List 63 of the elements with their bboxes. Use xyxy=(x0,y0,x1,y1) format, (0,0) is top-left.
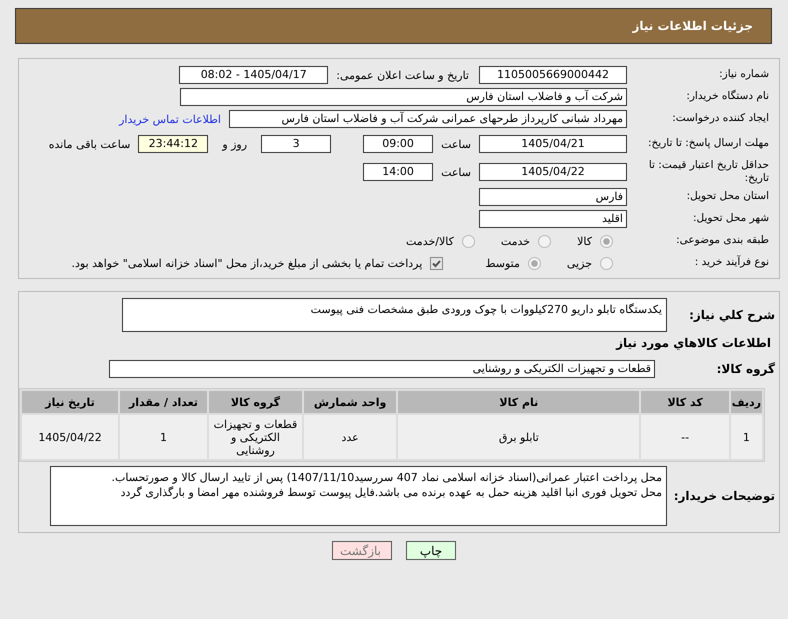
table-cell: 1 xyxy=(120,415,207,459)
checkbox[interactable] xyxy=(430,256,444,270)
table-cell: -- xyxy=(641,415,729,459)
radio-label: کالا/خدمت xyxy=(406,234,454,248)
need-number-field[interactable]: 1105005669000442 xyxy=(479,66,627,84)
field-label: طبقه بندی موضوعی: xyxy=(675,234,770,248)
field-label: شماره نیاز: xyxy=(718,68,770,82)
column-header: کد کالا xyxy=(641,391,729,413)
days-field[interactable]: 3 xyxy=(261,135,332,153)
field-label: گروه کالا: xyxy=(716,362,776,376)
field-label: ساعت باقی مانده xyxy=(48,138,130,150)
table-cell: 1 xyxy=(730,415,762,459)
time-field[interactable]: 09:00 xyxy=(363,135,434,153)
field-label: شهر محل تحویل: xyxy=(692,212,770,226)
field-label: ساعت xyxy=(441,166,471,178)
announce-date-field[interactable]: 1405/04/17 - 08:02 xyxy=(179,66,328,84)
remaining-time-field: 23:44:12 xyxy=(138,135,208,153)
field-label: ساعت xyxy=(441,138,471,150)
section-title: اطلاعات کالاهاي مورد نياز xyxy=(614,335,772,350)
table-cell: عدد xyxy=(304,415,396,459)
contact-link[interactable]: اطلاعات تماس خریدار xyxy=(119,112,221,126)
radio-label: کالا xyxy=(577,234,592,248)
field-label: تاریخ و ساعت اعلان عمومی: xyxy=(336,68,469,82)
column-header: تعداد / مقدار xyxy=(120,391,207,413)
radio-button[interactable] xyxy=(462,234,475,248)
description-field[interactable]: یکدستگاه تابلو داریو 270کیلووات با چوک ورودی طبق مشخصات فنی پیوست xyxy=(122,298,667,332)
field-label: استان محل تحویل: xyxy=(686,190,770,204)
radio-button[interactable] xyxy=(538,234,552,248)
column-header: نام کالا xyxy=(398,391,640,413)
column-header: تاریخ نیاز xyxy=(22,391,118,413)
date-field[interactable]: 1405/04/22 xyxy=(479,163,627,181)
radio-button[interactable] xyxy=(600,234,613,248)
radio-label: خدمت xyxy=(500,234,530,248)
back-button[interactable]: بازگشت xyxy=(332,541,392,560)
field-label: نوع فرآیند خرید : xyxy=(694,256,770,270)
page-title: جزئیات اطلاعات نیاز xyxy=(632,19,753,33)
print-button[interactable]: چاپ xyxy=(406,541,456,560)
radio-button[interactable] xyxy=(600,256,613,270)
buyer-org-field[interactable]: شرکت آب و فاضلاب استان فارس xyxy=(180,88,627,106)
column-header: ردیف xyxy=(730,391,762,413)
field-label: مهلت ارسال پاسخ: تا تاریخ: xyxy=(646,137,770,151)
radio-label: جزیی xyxy=(566,256,592,270)
field-label: نام دستگاه خریدار: xyxy=(685,90,770,104)
column-header: واحد شمارش xyxy=(304,391,396,413)
field-label: روز و xyxy=(222,138,248,150)
checkbox-label: پرداخت تمام یا بخشی از مبلغ خرید،از محل "اسناد خزانه اسلامی" خواهد بود. xyxy=(72,256,422,270)
creator-field[interactable]: مهرداد شبانی کارپرداز طرحهای عمرانی شرکت آب و فاضلاب استان فارس xyxy=(229,110,627,128)
field-label: شرح کلي نياز: xyxy=(688,308,776,322)
field-label: توضیحات خریدار: xyxy=(672,489,776,503)
date-field[interactable]: 1405/04/21 xyxy=(479,135,627,153)
field-label: حداقل تاریخ اعتبار قیمت: تا تاریخ: xyxy=(648,158,770,186)
radio-button[interactable] xyxy=(528,256,541,270)
buyer-notes-field[interactable]: محل پرداخت اعتبار عمرانی(اسناد خزانه اسلامی نماد 407 سررسید1407/11/10) پس از تایید ارسال کالا و صورتحساب. محل تحویل فوری انبا اقلید هزینه حمل به عهده برنده می باشد.فایل پیوست توسط فروشنده مهر امضا و بارگذاری گردد xyxy=(50,466,667,526)
table-cell: تابلو برق xyxy=(398,415,640,459)
field-label: ایجاد کننده درخواست: xyxy=(671,112,770,126)
table-cell: 1405/04/22 xyxy=(22,415,118,459)
radio-label: متوسط xyxy=(485,256,520,270)
city-field[interactable]: اقلید xyxy=(479,210,627,228)
province-field[interactable]: فارس xyxy=(479,188,627,206)
goods-group-field[interactable]: قطعات و تجهیزات الکتریکی و روشنایی xyxy=(109,360,655,378)
table-cell: قطعات و تجهیزات الکتریکی و روشنایی xyxy=(208,415,302,459)
column-header: گروه کالا xyxy=(208,391,302,413)
time-field[interactable]: 14:00 xyxy=(363,163,434,181)
